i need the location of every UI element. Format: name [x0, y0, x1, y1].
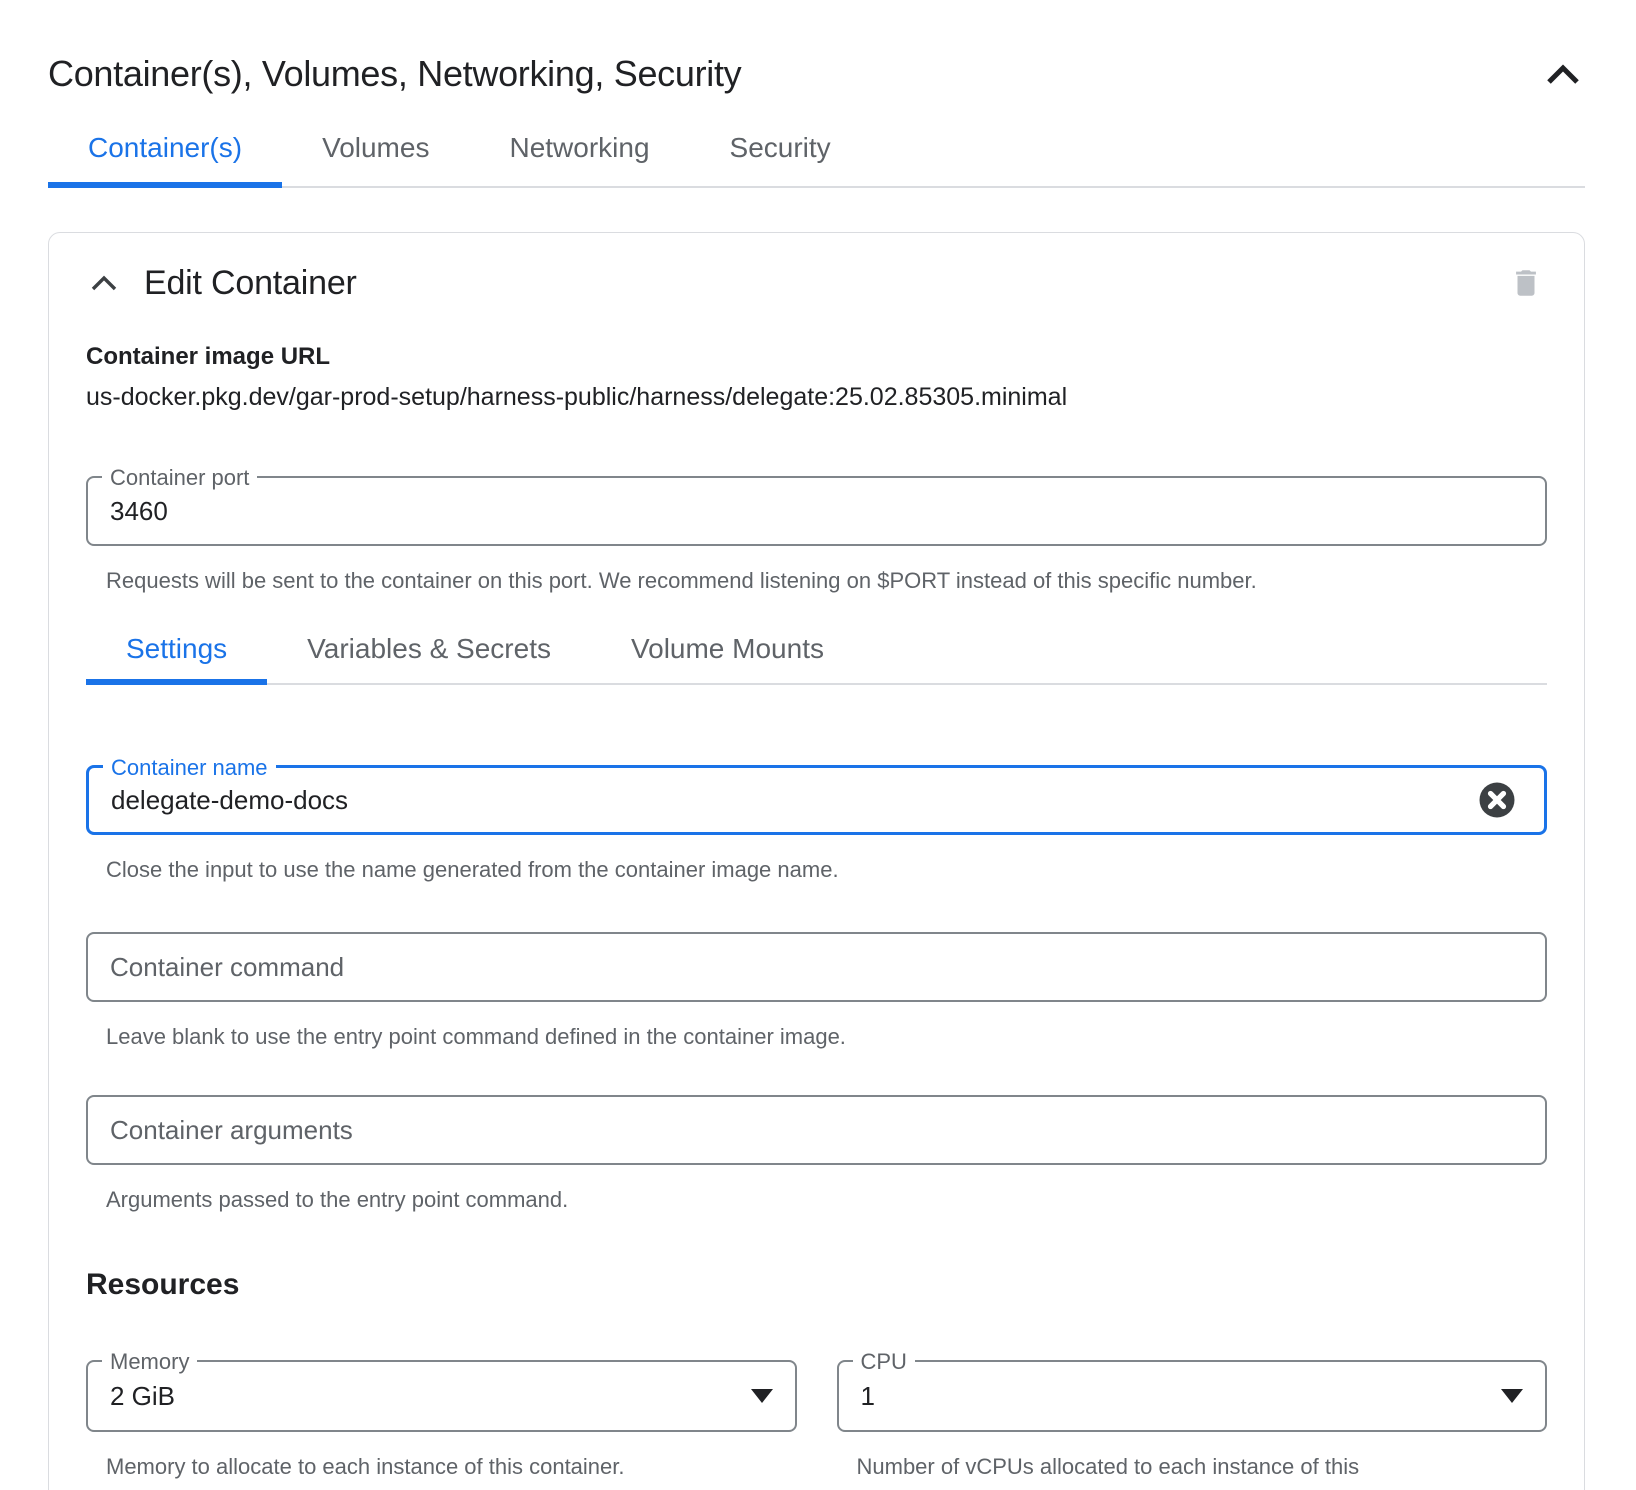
- memory-select[interactable]: Memory 2 GiB: [86, 1360, 797, 1432]
- tab-label: Volumes: [322, 132, 429, 163]
- top-tabs: Container(s) Volumes Networking Security: [48, 132, 1585, 188]
- tab-containers[interactable]: Container(s): [48, 132, 282, 188]
- delete-container-button[interactable]: [1505, 262, 1547, 304]
- tab-label: Variables & Secrets: [307, 633, 551, 664]
- edit-container-header: Edit Container: [86, 259, 1547, 307]
- cpu-select[interactable]: CPU 1: [837, 1360, 1548, 1432]
- tab-volumes[interactable]: Volumes: [282, 132, 469, 188]
- container-arguments-helper: Arguments passed to the entry point comm…: [106, 1183, 1547, 1216]
- tab-volume-mounts[interactable]: Volume Mounts: [591, 633, 864, 685]
- panel-header: Container(s), Volumes, Networking, Secur…: [48, 50, 1585, 98]
- tab-label: Container(s): [88, 132, 242, 163]
- dropdown-arrow-icon: [751, 1389, 773, 1403]
- section-collapse-button[interactable]: [1541, 59, 1585, 89]
- resources-heading: Resources: [86, 1268, 1547, 1302]
- tab-security[interactable]: Security: [690, 132, 871, 188]
- container-name-input[interactable]: [111, 768, 1456, 832]
- container-name-label: Container name: [103, 755, 276, 781]
- container-port-helper: Requests will be sent to the container o…: [106, 564, 1547, 597]
- container-arguments-field: [86, 1095, 1547, 1165]
- tab-variables-secrets[interactable]: Variables & Secrets: [267, 633, 591, 685]
- cpu-helper: Number of vCPUs allocated to each instan…: [857, 1450, 1437, 1490]
- cpu-value: 1: [861, 1381, 875, 1412]
- tab-networking[interactable]: Networking: [469, 132, 689, 188]
- tab-label: Settings: [126, 633, 227, 664]
- container-port-input[interactable]: [110, 478, 1523, 544]
- memory-column: Memory 2 GiB Memory to allocate to each …: [86, 1360, 797, 1490]
- memory-label: Memory: [102, 1349, 197, 1375]
- container-command-input[interactable]: [110, 934, 1523, 1000]
- clear-name-button[interactable]: [1472, 775, 1522, 825]
- container-command-helper: Leave blank to use the entry point comma…: [106, 1020, 1547, 1053]
- container-image-url-value: us-docker.pkg.dev/gar-prod-setup/harness…: [86, 383, 1547, 412]
- container-image-url-label: Container image URL: [86, 343, 1547, 371]
- resources-grid: Memory 2 GiB Memory to allocate to each …: [86, 1360, 1547, 1490]
- edit-container-title: Edit Container: [144, 264, 357, 303]
- memory-helper: Memory to allocate to each instance of t…: [106, 1450, 797, 1483]
- container-port-label: Container port: [102, 465, 257, 491]
- cpu-column: CPU 1 Number of vCPUs allocated to each …: [837, 1360, 1548, 1490]
- tab-label: Security: [730, 132, 831, 163]
- tab-settings[interactable]: Settings: [86, 633, 267, 685]
- page-title: Container(s), Volumes, Networking, Secur…: [48, 53, 741, 95]
- container-sub-tabs: Settings Variables & Secrets Volume Moun…: [86, 633, 1547, 685]
- container-command-field: [86, 932, 1547, 1002]
- container-arguments-input[interactable]: [110, 1097, 1523, 1163]
- container-settings-panel: Container(s), Volumes, Networking, Secur…: [0, 0, 1636, 1490]
- dropdown-arrow-icon: [1501, 1389, 1523, 1403]
- tab-label: Volume Mounts: [631, 633, 824, 664]
- chevron-up-icon: [1545, 63, 1581, 85]
- clear-icon: [1476, 779, 1518, 821]
- chevron-up-icon: [90, 274, 118, 292]
- tab-label: Networking: [509, 132, 649, 163]
- container-name-field: Container name: [86, 765, 1547, 835]
- trash-icon: [1509, 266, 1543, 300]
- edit-container-collapse-button[interactable]: [86, 270, 122, 296]
- memory-value: 2 GiB: [110, 1381, 175, 1412]
- container-name-helper: Close the input to use the name generate…: [106, 853, 1547, 886]
- cpu-label: CPU: [853, 1349, 915, 1375]
- container-port-field: Container port: [86, 476, 1547, 546]
- edit-container-card: Edit Container Container image URL us-do…: [48, 232, 1585, 1490]
